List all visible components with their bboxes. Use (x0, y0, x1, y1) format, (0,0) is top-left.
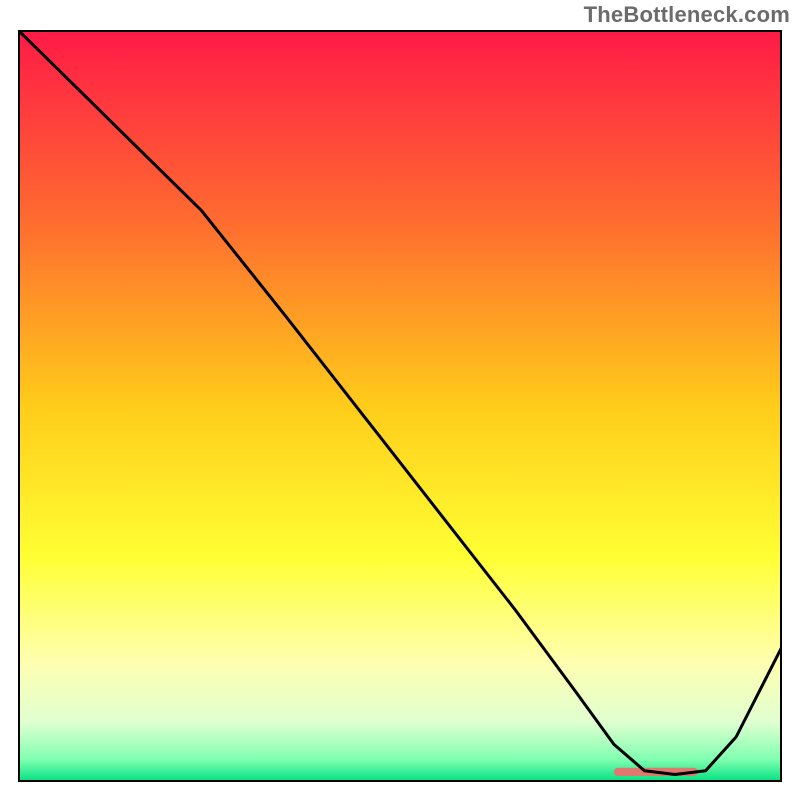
chart-frame: TheBottleneck.com (0, 0, 800, 800)
plot-area (18, 30, 782, 782)
watermark-text: TheBottleneck.com (584, 2, 790, 28)
chart-svg (18, 30, 782, 782)
